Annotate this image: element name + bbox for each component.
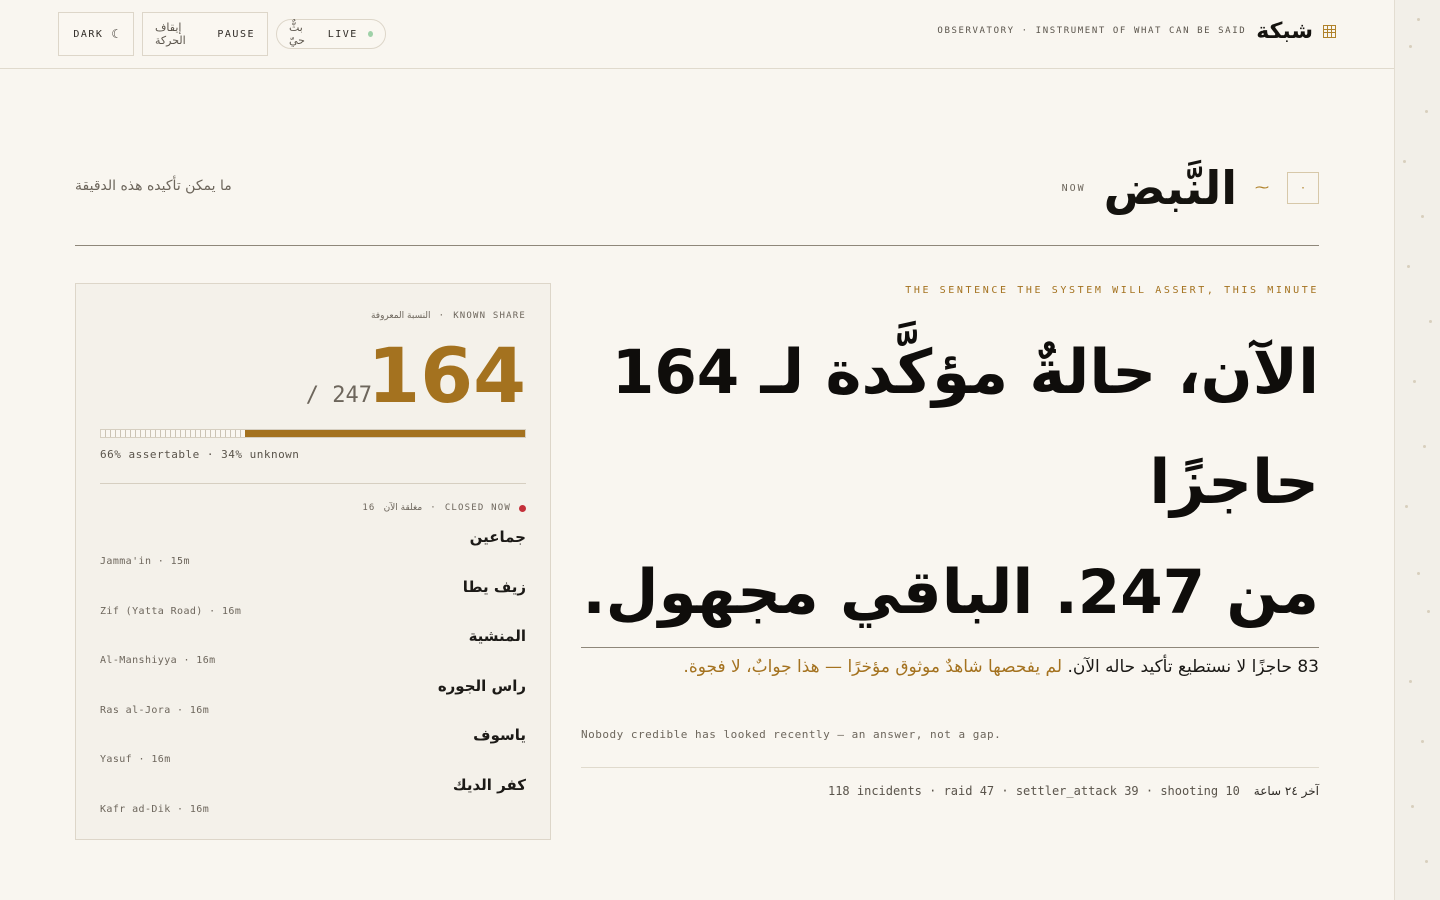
brand[interactable]: OBSERVATORY · INSTRUMENT OF WHAT CAN BE … [937, 16, 1336, 46]
assertion-note: Nobody credible has looked recently — an… [581, 728, 1002, 741]
checkpoint-row[interactable]: المنشية Al-Manshiyya · 16m [100, 625, 526, 675]
checkpoint-name-en: Jamma'in · 15m [100, 556, 190, 567]
decorative-dot [1409, 680, 1412, 683]
dark-label: DARK [73, 28, 104, 40]
section-counter-badge: · [1287, 172, 1319, 204]
decorative-dot [1427, 610, 1430, 613]
decorative-dot [1429, 320, 1432, 323]
checkpoint-row[interactable]: زيف يطا Zif (Yatta Road) · 16m [100, 576, 526, 626]
unknown-segment [101, 430, 246, 437]
incident-stats: 118 incidents · raid 47 · settler_attack… [827, 784, 1240, 798]
live-ar-label: بثٌّ حيّ [289, 21, 305, 47]
known-segment [245, 430, 525, 437]
last-24h-label: آخر ٢٤ ساعة [1253, 784, 1319, 798]
pause-label: PAUSE [217, 28, 255, 40]
decorative-dot [1409, 45, 1412, 48]
moon-icon: ☾ [111, 27, 119, 41]
checkpoint-name-en: Zif (Yatta Road) · 16m [100, 605, 242, 617]
section-title: النَّبض [1103, 161, 1237, 215]
checkpoint-row[interactable]: راس الجوره Ras al-Jora · 16m [100, 675, 526, 725]
closed-label-ar: مغلقة الآن [383, 503, 423, 513]
checkpoint-name-en: Kafr ad-Dik · 16m [100, 803, 210, 815]
detail-plain: 83 حاجزًا لا نستطيع تأكيد حاله الآن. [1067, 657, 1319, 677]
brand-subtitle: OBSERVATORY · INSTRUMENT OF WHAT CAN BE … [937, 26, 1247, 36]
checkpoint-name-en: Yasuf · 16m [100, 754, 171, 765]
checkpoint-name-ar: جماعين [469, 528, 526, 546]
decorative-dot [1425, 860, 1428, 863]
incident-footer: 118 incidents · raid 47 · settler_attack… [828, 784, 1319, 798]
decorative-dot [1417, 18, 1420, 21]
known-share-label: النسبة المعروفة · KNOWN SHARE [371, 311, 526, 321]
checkpoint-name-ar: كفر الديك [452, 775, 526, 794]
headline-line-2: حاجزًا [1149, 447, 1319, 518]
detail-highlight: لم يفحصها شاهدٌ موثوق مؤخرًا — هذا جوابٌ… [683, 657, 1063, 677]
decorative-dot [1405, 505, 1408, 508]
decorative-dot [1423, 445, 1426, 448]
checkpoint-row[interactable]: كفر الديك Kafr ad-Dik · 16m [100, 774, 526, 824]
known-share-bar [100, 429, 526, 438]
share-separator: · [438, 311, 446, 321]
decorative-dot [1403, 160, 1406, 163]
decorative-dot [1421, 740, 1424, 743]
checkpoint-name-en: Ras al-Jora · 16m [100, 704, 210, 716]
headline-line-1: الآن، حالةٌ مؤكَّدة لـ 164 [611, 337, 1319, 408]
checkpoint-name-ar: زيف يطا [462, 577, 526, 596]
dark-mode-toggle[interactable]: DARK ☾ [58, 12, 134, 56]
checkpoint-row[interactable]: ياسوف Yasuf · 16m [100, 724, 526, 774]
closed-now-header: 16 مغلقة الآن · CLOSED NOW [362, 503, 526, 513]
closed-label-en: CLOSED NOW [444, 503, 511, 513]
decorative-dot [1425, 110, 1428, 113]
closed-checkpoint-list: جماعين Jamma'in · 15m زيف يطا Zif (Yatta Ro… [100, 526, 526, 823]
known-share-en: KNOWN SHARE [453, 311, 526, 321]
decorative-dot [1421, 215, 1424, 218]
checkpoint-name-ar: ياسوف [473, 726, 526, 744]
section-subtitle: ما يمكن تأكيده هذه الدقيقة [75, 178, 232, 194]
closed-status-dot [519, 504, 526, 512]
known-share-ar: النسبة المعروفة [370, 311, 431, 321]
total-count: / 247 [305, 383, 372, 408]
live-indicator-button[interactable]: بثٌّ حيّ LIVE [276, 19, 386, 49]
pause-motion-button[interactable]: إيقاف الحركة PAUSE [142, 12, 268, 56]
main-page: DARK ☾ إيقاف الحركة PAUSE بثٌّ حيّ LIVE … [0, 0, 1394, 900]
live-status-dot [367, 31, 373, 37]
pulse-icon: ⁓ [1255, 180, 1269, 196]
footer-rule [581, 767, 1319, 768]
closed-separator: · [430, 503, 437, 513]
share-stats: 66% assertable · 34% unknown [100, 448, 300, 461]
card-divider [100, 483, 526, 484]
checkpoint-name-ar: راس الجوره [437, 676, 526, 695]
brand-name: شبكة [1256, 18, 1313, 44]
live-label: LIVE [327, 28, 358, 40]
decorative-dot [1411, 805, 1414, 808]
decorative-dot [1407, 265, 1410, 268]
assertion-tag: THE SENTENCE THE SYSTEM WILL ASSERT, THI… [905, 285, 1319, 296]
grid-icon [1323, 24, 1336, 38]
section-title-group: NOW النَّبض ⁓ · [1062, 160, 1319, 216]
checkpoint-name-ar: المنشية [468, 627, 526, 645]
known-share-card: النسبة المعروفة · KNOWN SHARE 164 / 247 … [75, 283, 551, 840]
pause-ar-label: إيقاف الحركة [155, 21, 186, 47]
checkpoint-row[interactable]: جماعين Jamma'in · 15m [100, 526, 526, 576]
decorative-dot [1417, 572, 1420, 575]
known-count: 164 [367, 331, 526, 420]
pulse-section-header: ما يمكن تأكيده هذه الدقيقة NOW النَّبض ⁓… [75, 150, 1319, 246]
checkpoint-name-en: Al-Manshiyya · 16m [100, 655, 216, 666]
headline-line-3: من 247. الباقي مجهول. [582, 557, 1319, 628]
closed-count: 16 [362, 503, 376, 513]
now-label: NOW [1061, 182, 1086, 194]
top-header: DARK ☾ إيقاف الحركة PAUSE بثٌّ حيّ LIVE … [0, 0, 1394, 69]
decorative-side-strip [1394, 0, 1440, 900]
assertion-headline: الآن، حالةٌ مؤكَّدة لـ 164 حاجزًا من 247… [579, 318, 1319, 648]
assertion-detail: 83 حاجزًا لا نستطيع تأكيد حاله الآن. لم … [581, 650, 1319, 685]
decorative-dot [1413, 380, 1416, 383]
headline-rule [581, 647, 1319, 648]
